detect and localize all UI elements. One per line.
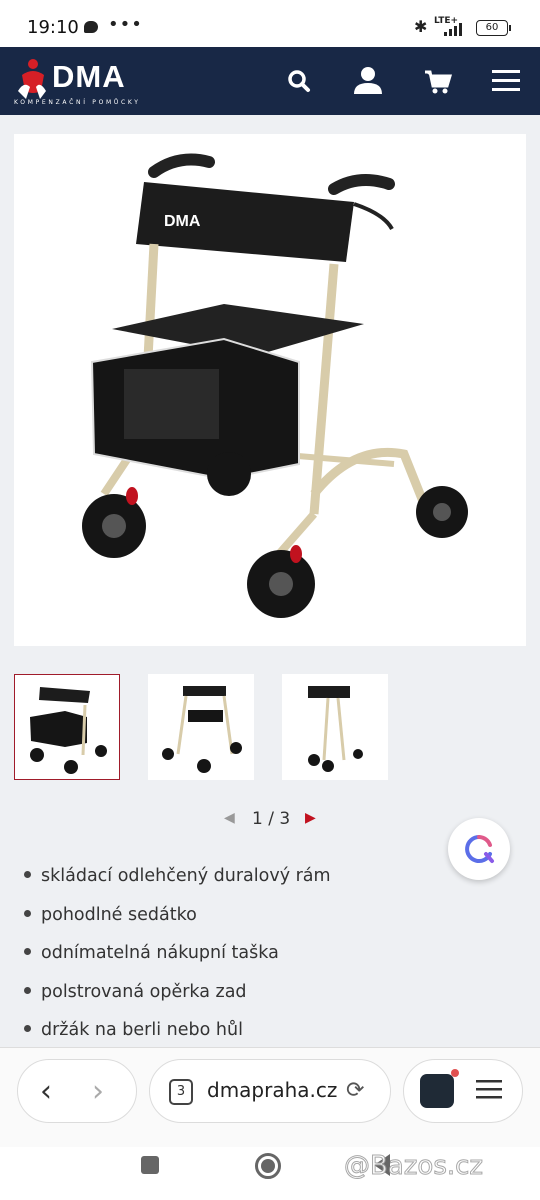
feature-item: skládací odlehčený duralový rám <box>24 866 331 886</box>
thumbnail-1[interactable] <box>14 674 120 780</box>
home-icon-inner <box>261 1159 275 1173</box>
chat-notification-icon <box>84 21 98 33</box>
recent-apps-icon[interactable] <box>141 1156 159 1174</box>
assistant-fab-button[interactable] <box>448 818 510 880</box>
pager-next-button[interactable]: ▶ <box>305 810 316 826</box>
battery-indicator: 60 <box>476 20 511 36</box>
tab-count-button[interactable]: 3 <box>169 1079 193 1105</box>
watermark: @Bazos.cz <box>343 1151 484 1182</box>
pager-counter: 1 / 3 <box>252 809 291 829</box>
feature-text: polstrovaná opěrka zad <box>41 982 247 1002</box>
menu-icon[interactable] <box>489 64 523 98</box>
logo-text[interactable]: DMA <box>52 59 126 95</box>
bullet-icon <box>24 1024 31 1032</box>
feature-text: odnímatelná nákupní taška <box>41 943 279 963</box>
thumbnail-3-image <box>308 686 363 772</box>
nav-buttons-group <box>17 1059 137 1123</box>
forward-arrow-icon[interactable]: › <box>92 1074 104 1109</box>
pager-prev-button[interactable]: ◀ <box>224 810 235 826</box>
notification-dot <box>451 1069 459 1077</box>
feature-item: polstrovaná opěrka zad <box>24 982 247 1002</box>
thumbnail-2[interactable] <box>148 674 254 780</box>
dma-logo-icon[interactable] <box>14 57 50 101</box>
thumbnail-2-image <box>162 686 242 773</box>
url-text[interactable]: dmapraha.cz <box>207 1078 337 1102</box>
feature-item: odnímatelná nákupní taška <box>24 943 279 963</box>
bullet-icon <box>24 986 31 994</box>
rollator-walker-image: DMA <box>82 153 468 618</box>
walker-logo-text: DMA <box>164 213 201 230</box>
thumbnail-3[interactable] <box>282 674 388 780</box>
signal-icon <box>444 23 462 36</box>
product-main-image[interactable]: DMA <box>14 134 526 646</box>
feature-text: držák na berli nebo hůl <box>41 1020 243 1040</box>
back-arrow-icon[interactable]: ‹ <box>40 1074 52 1109</box>
search-icon[interactable] <box>282 64 316 98</box>
browser-menu-icon[interactable] <box>476 1078 502 1100</box>
assistant-icon <box>465 835 494 863</box>
logo-subtitle: KOMPENZAČNÍ POMŮCKY <box>14 99 141 106</box>
feature-text: skládací odlehčený duralový rám <box>41 866 331 886</box>
feature-text: pohodlné sedátko <box>41 905 197 925</box>
bullet-icon <box>24 909 31 917</box>
cart-icon[interactable] <box>420 64 454 98</box>
feature-item: držák na berli nebo hůl <box>24 1020 243 1040</box>
extension-icon[interactable] <box>420 1074 454 1108</box>
more-notifications-icon: ••• <box>108 14 143 35</box>
thumbnail-1-image <box>30 687 107 774</box>
reload-icon[interactable]: ⟳ <box>346 1078 364 1103</box>
bullet-icon <box>24 947 31 955</box>
bullet-icon <box>24 870 31 878</box>
bluetooth-icon: ✱ <box>414 17 428 36</box>
status-time: 19:10 <box>27 17 79 38</box>
feature-item: pohodlné sedátko <box>24 905 197 925</box>
user-icon[interactable] <box>351 64 385 98</box>
